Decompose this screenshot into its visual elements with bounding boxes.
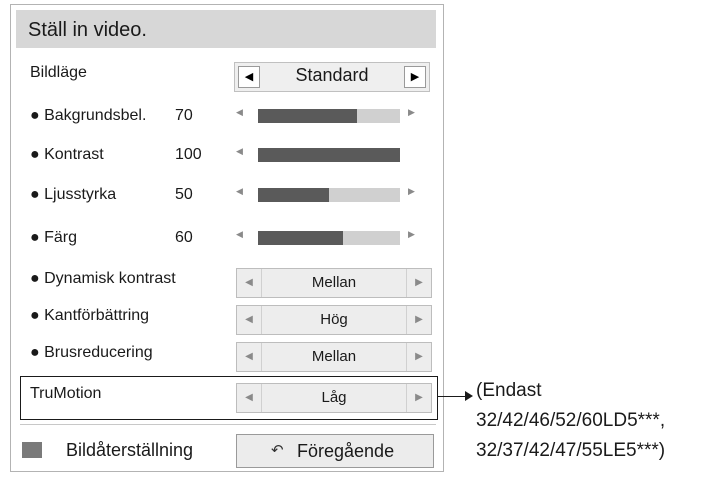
note-line-1: (Endast [476, 380, 542, 401]
slider-left-arrow-icon[interactable]: ◀ [236, 186, 243, 197]
dynamic-contrast-selector[interactable]: ◀ Mellan ▶ [236, 268, 432, 298]
dynamic-contrast-value: Mellan [311, 274, 357, 291]
slider-track [258, 148, 400, 162]
edge-enhancement-selector[interactable]: ◀ Hög ▶ [236, 305, 432, 335]
brightness-slider[interactable]: ◀ ▶ [236, 186, 422, 202]
backlight-value: 70 [175, 107, 193, 124]
back-return-icon: ↶ [271, 442, 284, 459]
contrast-value: 100 [175, 146, 202, 163]
callout-arrow-icon [465, 391, 473, 401]
backlight-label: ● Bakgrundsbel. [30, 107, 147, 124]
option-left-arrow-icon[interactable]: ◀ [237, 343, 262, 371]
slider-right-arrow-icon[interactable]: ▶ [408, 186, 415, 197]
dynamic-contrast-label: ● Dynamisk kontrast [30, 270, 176, 287]
picture-mode-value: Standard [295, 65, 369, 85]
picture-mode-left-arrow-icon[interactable]: ◀ [238, 66, 260, 88]
trumotion-selector[interactable]: ◀ Låg ▶ [236, 383, 432, 413]
option-right-arrow-icon[interactable]: ▶ [406, 306, 431, 334]
option-right-arrow-icon[interactable]: ▶ [406, 343, 431, 371]
note-line-3: 32/37/42/47/55LE5***) [476, 440, 666, 461]
slider-right-arrow-icon[interactable]: ▶ [408, 107, 415, 118]
slider-track [258, 188, 400, 202]
divider [20, 424, 436, 425]
option-left-arrow-icon[interactable]: ◀ [237, 306, 262, 334]
brightness-value: 50 [175, 186, 193, 203]
slider-left-arrow-icon[interactable]: ◀ [236, 146, 243, 157]
option-left-arrow-icon[interactable]: ◀ [237, 269, 262, 297]
picture-reset-button[interactable]: Bildåterställning [66, 440, 193, 461]
edge-enhancement-value: Hög [320, 311, 348, 328]
slider-fill [258, 188, 329, 202]
trumotion-label: TruMotion [30, 385, 102, 402]
slider-fill [258, 231, 344, 245]
slider-right-arrow-icon[interactable]: ▶ [408, 229, 415, 240]
picture-mode-label: Bildläge [30, 64, 87, 81]
contrast-label: ● Kontrast [30, 146, 104, 163]
option-left-arrow-icon[interactable]: ◀ [237, 384, 262, 412]
slider-left-arrow-icon[interactable]: ◀ [236, 229, 243, 240]
contrast-slider[interactable]: ◀ [236, 146, 422, 162]
picture-mode-right-arrow-icon[interactable]: ▶ [404, 66, 426, 88]
edge-enhancement-label: ● Kantförbättring [30, 307, 150, 324]
reset-color-key-icon [22, 442, 42, 458]
slider-fill [258, 109, 358, 123]
trumotion-value: Låg [321, 389, 347, 406]
color-value: 60 [175, 229, 193, 246]
callout-line [437, 396, 467, 397]
note-line-2: 32/42/46/52/60LD5***, [476, 410, 666, 431]
slider-fill [258, 148, 400, 162]
picture-mode-selector[interactable]: ◀ Standard ▶ [234, 62, 430, 92]
slider-track [258, 109, 400, 123]
option-right-arrow-icon[interactable]: ▶ [406, 269, 431, 297]
slider-track [258, 231, 400, 245]
backlight-slider[interactable]: ◀ ▶ [236, 107, 422, 123]
option-right-arrow-icon[interactable]: ▶ [406, 384, 431, 412]
color-label: ● Färg [30, 229, 78, 246]
back-button[interactable]: ↶ Föregående [236, 434, 434, 468]
noise-reduction-value: Mellan [311, 348, 357, 365]
slider-left-arrow-icon[interactable]: ◀ [236, 107, 243, 118]
color-slider[interactable]: ◀ ▶ [236, 229, 422, 245]
noise-reduction-selector[interactable]: ◀ Mellan ▶ [236, 342, 432, 372]
noise-reduction-label: ● Brusreducering [30, 344, 153, 361]
menu-title: Ställ in video. [28, 19, 147, 41]
back-button-label: Föregående [297, 441, 395, 461]
brightness-label: ● Ljusstyrka [30, 186, 117, 203]
menu-title-bar: Ställ in video. [16, 10, 436, 48]
